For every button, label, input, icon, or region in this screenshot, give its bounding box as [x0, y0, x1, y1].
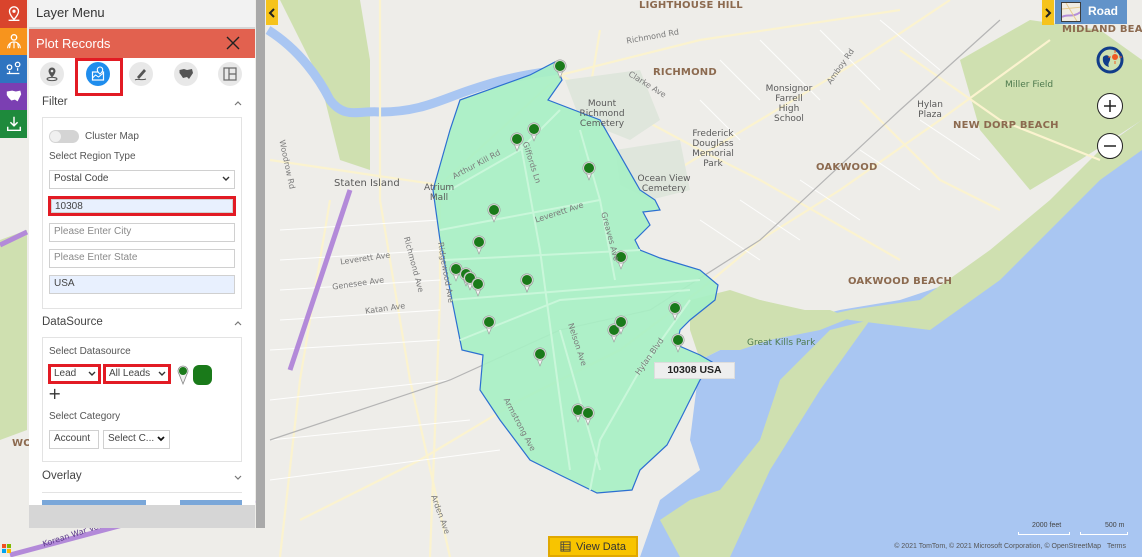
map-copyright: © 2021 TomTom, © 2021 Microsoft Corporat…: [894, 543, 1126, 550]
entity-select-value: Lead: [54, 368, 77, 379]
pencil-icon: [134, 69, 147, 81]
tool-draw[interactable]: [129, 62, 153, 86]
us-map-icon: [179, 69, 193, 79]
rail-plot-records-button[interactable]: [0, 0, 27, 28]
pin-style-icon[interactable]: [176, 365, 190, 385]
microsoft-bing-logo[interactable]: [2, 544, 11, 553]
layout-icon: [223, 67, 237, 81]
region-label: 10308 USA: [654, 362, 735, 379]
rail-download-button[interactable]: [0, 110, 27, 138]
chevron-right-icon: [1045, 7, 1052, 18]
plot-button[interactable]: [42, 500, 146, 505]
zoom-out-button[interactable]: [1097, 133, 1123, 159]
collapse-panel-handle[interactable]: [266, 0, 278, 25]
select-datasource-label: Select Datasource: [49, 346, 131, 357]
map-style-road-button[interactable]: Road: [1055, 0, 1127, 24]
plot-records-panel: Plot Records Filter Cluster Map Select R…: [29, 29, 255, 505]
view-select-value: All Leads: [109, 368, 151, 379]
plot-records-header: Plot Records: [29, 29, 255, 58]
route-icon: [6, 61, 20, 74]
microsoft-logo-icon: [2, 544, 11, 553]
chevron-down-icon[interactable]: [233, 473, 243, 481]
chevron-left-icon: [268, 7, 275, 18]
rail-territory-button[interactable]: [0, 27, 27, 55]
clear-button[interactable]: [180, 500, 242, 505]
view-data-button[interactable]: View Data: [548, 536, 638, 557]
category-select-value: Select C...: [108, 433, 155, 444]
minus-icon: [1104, 145, 1116, 147]
chevron-up-icon[interactable]: [233, 99, 243, 107]
chevron-down-icon: [88, 371, 96, 376]
entity-select[interactable]: Lead: [51, 367, 98, 381]
left-icon-rail: [0, 0, 27, 138]
scale-feet-label: 2000 feet: [1032, 522, 1062, 529]
country-input[interactable]: USA: [49, 275, 235, 294]
region-type-value: Postal Code: [54, 173, 109, 184]
plus-icon: [1104, 100, 1116, 112]
city-input[interactable]: Please Enter City: [49, 223, 235, 242]
copyright-text: © 2021 TomTom, © 2021 Microsoft Corporat…: [894, 543, 1101, 550]
layer-menu-panel: Layer Menu Plot Records Filter Cluster M…: [29, 0, 255, 528]
table-list-icon: [560, 541, 571, 552]
active-tool-highlight: [75, 58, 123, 96]
chevron-down-icon: [157, 436, 165, 442]
map-pin-icon: [46, 67, 58, 82]
expand-map-style-handle[interactable]: [1042, 0, 1054, 25]
tool-plot-pin[interactable]: [40, 62, 64, 86]
view-data-label: View Data: [576, 540, 626, 553]
close-icon[interactable]: [225, 35, 241, 51]
locate-me-button[interactable]: [1095, 45, 1125, 75]
rail-route-button[interactable]: [0, 55, 27, 83]
view-select[interactable]: All Leads: [106, 367, 168, 381]
overlay-divider: [42, 492, 242, 493]
category-select[interactable]: Select C...: [103, 430, 170, 449]
chevron-down-icon: [158, 371, 166, 376]
filter-section-title: Filter: [42, 96, 68, 108]
download-icon: [6, 116, 21, 131]
panel-scrollbar[interactable]: [256, 0, 265, 528]
region-type-select[interactable]: Postal Code: [49, 170, 235, 189]
scale-meter-bar: [1080, 532, 1128, 535]
map-pin-icon: [8, 5, 19, 21]
park-left: [0, 230, 27, 440]
region-type-label: Select Region Type: [49, 151, 136, 162]
terms-link[interactable]: Terms: [1107, 543, 1126, 550]
tool-layout[interactable]: [218, 62, 242, 86]
select-category-label: Select Category: [49, 411, 121, 422]
scale-meter-label: 500 m: [1105, 522, 1125, 529]
add-datasource-button[interactable]: +: [48, 386, 61, 402]
tool-us-map[interactable]: [174, 62, 198, 86]
zoom-in-button[interactable]: [1097, 93, 1123, 119]
postal-code-input[interactable]: 10308: [51, 199, 233, 213]
plot-records-title: Plot Records: [36, 36, 111, 51]
overlay-section-title: Overlay: [42, 470, 82, 482]
road-map-thumbnail-icon: [1061, 2, 1081, 22]
state-input[interactable]: Please Enter State: [49, 249, 235, 268]
rail-region-map-button[interactable]: [0, 82, 27, 110]
pin-color-swatch[interactable]: [193, 365, 212, 385]
layer-menu-title: Layer Menu: [29, 0, 255, 27]
cluster-map-label: Cluster Map: [85, 131, 139, 142]
category-entity-input[interactable]: Account: [49, 430, 99, 449]
chevron-down-icon: [222, 176, 230, 181]
plot-tool-row: [29, 58, 255, 96]
datasource-section-title: DataSource: [42, 316, 103, 328]
scale-feet-bar: [1018, 532, 1070, 535]
globe-pin-icon: [6, 34, 21, 49]
cluster-map-toggle[interactable]: [49, 130, 79, 143]
map-style-label: Road: [1088, 4, 1118, 18]
chevron-up-icon[interactable]: [233, 319, 243, 327]
us-map-icon: [6, 90, 21, 102]
globe-locate-icon: [1096, 46, 1124, 74]
